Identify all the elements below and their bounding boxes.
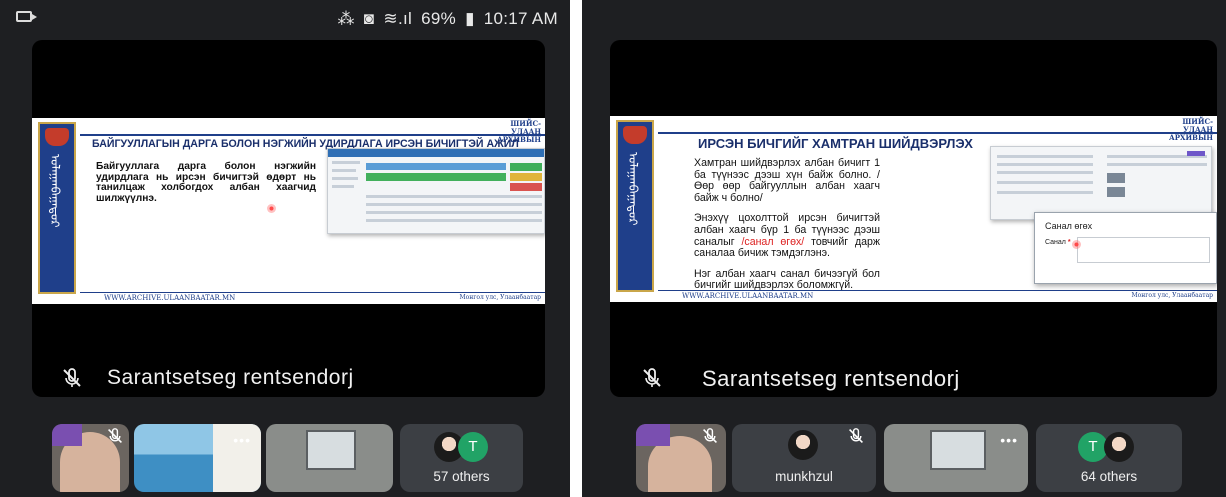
meeting-panel-left: ⁂ ◙ ≋.ıl 69% ▮ 10:17 AM ᠤᠯᠠᠭᠠᠨᠪᠠᠭᠠᠲᠤᠷ ШИ… <box>0 0 570 497</box>
footer-website: WWW.ARCHIVE.ULAANBAATAR.MN <box>682 292 814 300</box>
laser-pointer <box>267 204 276 213</box>
mongolian-script-decoration: ᠤᠯᠠᠭᠠᠨᠪᠠᠭᠠᠲᠤᠷ <box>626 152 640 226</box>
mic-off-icon <box>63 368 81 387</box>
alarm-icon: ◙ <box>363 9 375 28</box>
presenter-name: Sarantsetseg rentsendorj <box>702 366 960 391</box>
state-emblem-icon <box>623 126 647 144</box>
presentation-slide: ᠤᠯᠠᠭᠠᠨᠪᠠᠭᠠᠲᠤᠷ ШИЙС-УЛААН АРХИВЫН БАЙГУУЛ… <box>32 118 545 304</box>
vote-textarea <box>1077 237 1210 263</box>
mic-off-icon <box>643 368 661 387</box>
slide-paragraph-1: Хамтран шийдвэрлэх албан бичигт 1 ба түү… <box>694 157 880 204</box>
background-flowers <box>636 424 670 446</box>
participant-tile-self[interactable] <box>52 424 129 492</box>
state-emblem-icon <box>45 128 69 146</box>
others-count: 57 others <box>433 469 490 484</box>
video-recording-icon <box>16 11 37 22</box>
archive-emblem-banner: ᠤᠯᠠᠭᠠᠨᠪᠠᠭᠠᠲᠤᠷ <box>38 122 76 294</box>
background-flowers <box>52 424 82 446</box>
archive-emblem-banner: ᠤᠯᠠᠭᠠᠨᠪᠠᠭᠠᠲᠤᠷ <box>616 120 654 292</box>
slide-footer: WWW.ARCHIVE.ULAANBAATAR.MN Монгол улс, У… <box>80 292 545 304</box>
slide-top-rule <box>80 134 545 136</box>
slide-paragraph-2: Энэхүү цохолттой ирсэн бичигтэй албан ха… <box>694 212 880 260</box>
wifi-signal-icon: ≋.ıl <box>383 9 413 28</box>
participant-tile-room[interactable]: ••• <box>884 424 1028 492</box>
highlight-button-name: /санал өгөх/ <box>741 235 805 248</box>
app-screenshot-image <box>327 148 545 234</box>
participant-tile-self[interactable] <box>636 424 726 492</box>
slide-footer: WWW.ARCHIVE.ULAANBAATAR.MN Монгол улс, У… <box>658 290 1217 302</box>
clock: 10:17 AM <box>483 9 558 28</box>
participants-overflow-tile[interactable]: T 64 others <box>1036 424 1182 492</box>
vote-field-label: Санал * <box>1045 239 1071 246</box>
presenter-name-row: Sarantsetseg rentsendorj <box>610 362 1217 392</box>
participant-video-window <box>930 430 986 470</box>
footer-address: Монгол улс, Улаанбаатар <box>1131 292 1213 299</box>
shared-screen-stage[interactable]: ᠤᠯᠠᠭᠠᠨᠪᠠᠭᠠᠲᠤᠷ ШИЙС-УЛААН АРХИВЫН БАЙГУУЛ… <box>32 40 545 397</box>
mic-off-icon <box>703 428 717 443</box>
battery-percent: 69% <box>421 9 457 28</box>
vote-dialog: Санал өгөх Санал * <box>1034 212 1217 284</box>
presentation-slide: ᠤᠯᠠᠭᠠᠨᠪᠠᠭᠠᠲᠤᠷ ШИЙС-УЛААН АРХИВЫН ИРСЭН Б… <box>610 116 1217 302</box>
battery-icon: ▮ <box>465 9 475 28</box>
slide-paragraph-3: Нэг албан хаагч санал бичээгүй бол бичги… <box>694 267 880 292</box>
participant-avatar <box>1104 432 1134 462</box>
presenter-name: Sarantsetseg rentsendorj <box>107 366 354 389</box>
participant-avatar-letter: T <box>458 432 488 462</box>
participant-video-window <box>306 430 356 470</box>
status-bar: ⁂ ◙ ≋.ıl 69% ▮ 10:17 AM <box>0 0 570 38</box>
slide-body: Хамтран шийдвэрлэх албан бичигт 1 ба түү… <box>694 157 880 301</box>
status-indicators: ⁂ ◙ ≋.ıl 69% ▮ 10:17 AM <box>333 9 558 29</box>
slide-top-rule <box>658 132 1217 134</box>
participant-avatar <box>788 430 818 460</box>
mongolian-script-decoration: ᠤᠯᠠᠭᠠᠨᠪᠠᠭᠠᠲᠤᠷ <box>48 154 62 228</box>
footer-address: Монгол улс, Улаанбаатар <box>459 294 541 301</box>
participant-name: munkhzul <box>775 469 833 484</box>
mic-off-icon <box>849 428 863 443</box>
slide-body: Байгууллага дарга болон нэгжийн удирдлаг… <box>96 161 316 204</box>
footer-website: WWW.ARCHIVE.ULAANBAATAR.MN <box>104 294 236 302</box>
vote-dialog-title: Санал өгөх <box>1045 221 1093 231</box>
participant-tile-room[interactable] <box>266 424 393 492</box>
laser-pointer <box>1072 240 1081 249</box>
shared-screen-stage[interactable]: ᠤᠯᠠᠭᠠᠨᠪᠠᠭᠠᠲᠤᠷ ШИЙС-УЛААН АРХИВЫН ИРСЭН Б… <box>610 40 1217 397</box>
others-count: 64 others <box>1080 469 1138 484</box>
mic-off-icon <box>108 428 122 443</box>
hotspot-icon: ⁂ <box>337 9 355 28</box>
more-options-icon[interactable]: ••• <box>1000 432 1018 448</box>
presenter-name-row: Sarantsetseg rentsendorj <box>32 362 545 392</box>
participant-tile-video[interactable]: ••• <box>134 424 261 492</box>
meeting-panel-right: ᠤᠯᠠᠭᠠᠨᠪᠠᠭᠠᠲᠤᠷ ШИЙС-УЛААН АРХИВЫН ИРСЭН Б… <box>582 0 1226 497</box>
app-screenshot-image <box>990 146 1212 220</box>
more-options-icon[interactable]: ••• <box>233 432 251 448</box>
participants-overflow-tile[interactable]: T 57 others <box>400 424 523 492</box>
participant-tile-munkhzul[interactable]: munkhzul <box>732 424 876 492</box>
